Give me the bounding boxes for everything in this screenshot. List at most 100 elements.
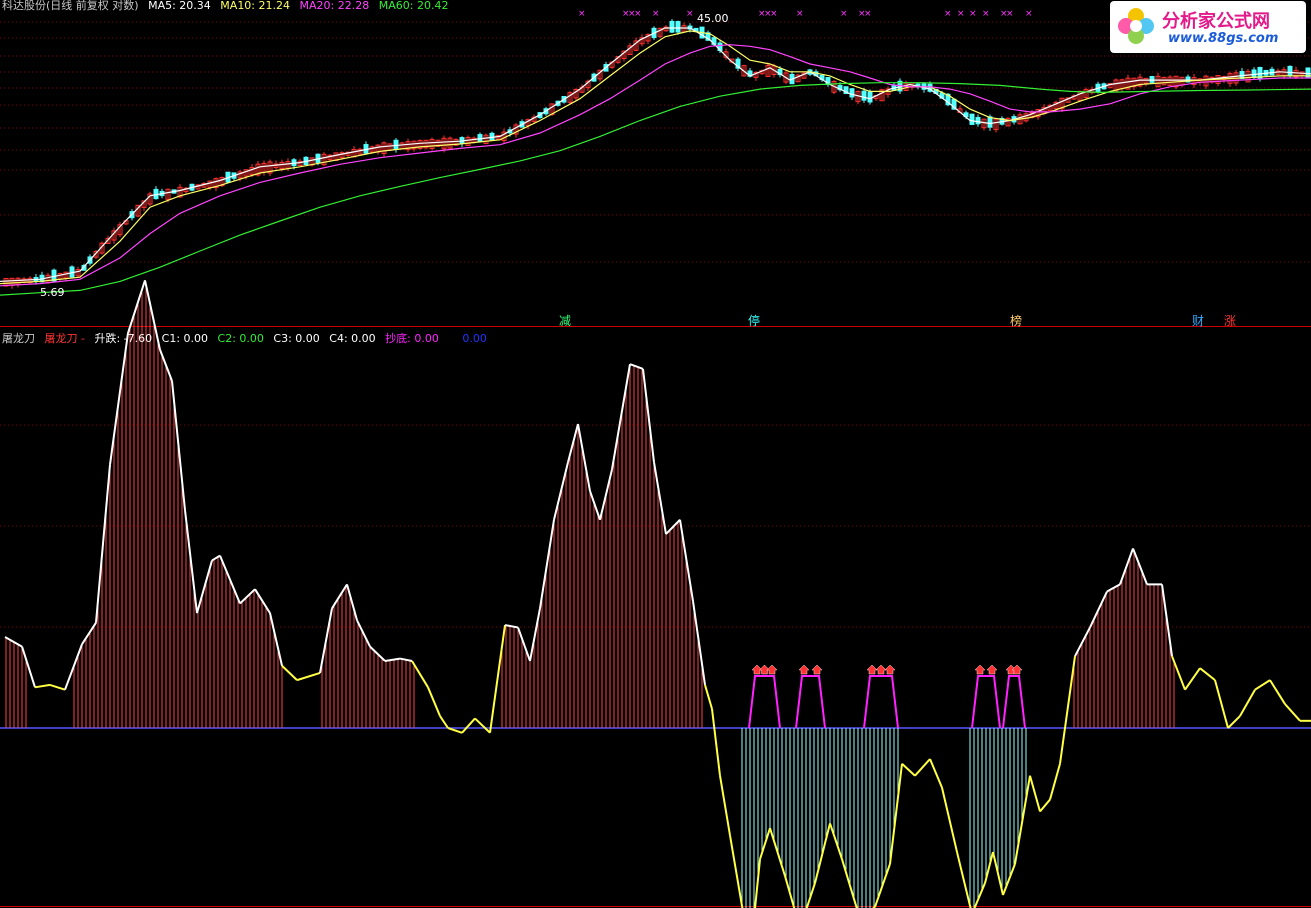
flower-icon — [1118, 8, 1154, 44]
indicator-line-segment — [109, 332, 129, 465]
signal-trapezoid — [748, 675, 781, 729]
ma60-label: MA60: 20.42 — [378, 0, 449, 12]
indicator-line-segment — [539, 519, 555, 609]
candle-body — [867, 91, 873, 103]
extra-value-label: 0.00 — [462, 332, 487, 345]
indicator-line-segment — [461, 717, 476, 734]
up-arrow-icon — [811, 664, 823, 675]
up-arrow-icon — [798, 664, 810, 675]
indicator-bars — [5, 284, 1175, 908]
watermark-name: 分析家公式网 — [1162, 11, 1270, 32]
indicator-line-segment — [567, 423, 579, 463]
indicator-line-segment — [653, 462, 667, 535]
bottom-fish-signal — [1002, 664, 1026, 729]
signal-x-marker: × — [686, 9, 694, 19]
indicator-line-segment — [346, 584, 358, 621]
indicator-line-segment — [629, 363, 644, 370]
signal-x-marker: × — [969, 9, 977, 19]
indicator-line-segment — [711, 708, 721, 776]
indicator-line-segment — [729, 835, 744, 908]
stock-chart: 45.005.69× ××× × × ××× × × ×× × × × × ×× × — [0, 9, 1311, 908]
indicator-line-segment — [1029, 775, 1041, 812]
indicator-line-segment — [439, 715, 449, 729]
c3-label: C3: 0.00 — [273, 332, 320, 345]
indicator-line-segment — [427, 686, 441, 717]
price-high-label: 45.00 — [697, 12, 729, 25]
signal-x-marker: × — [652, 9, 660, 19]
indicator-line-segment — [1184, 667, 1201, 691]
indicator-line-segment — [1239, 689, 1256, 717]
candle-body — [861, 90, 867, 101]
indicator-line-segment — [49, 683, 66, 691]
c2-label: C2: 0.00 — [217, 332, 264, 345]
indicator-line-segment — [941, 787, 958, 853]
indicator-line-segment — [692, 600, 706, 686]
bottom-fish-signal — [795, 664, 826, 729]
ma5-label: MA5: 20.34 — [148, 0, 211, 12]
bottom-fish-signal — [748, 664, 781, 729]
event-tag-rise[interactable]: 涨 — [1224, 312, 1236, 329]
indicator-series-label: 屠龙刀 - — [44, 332, 85, 345]
indicator-line-segment — [1002, 863, 1016, 896]
event-tag-reduce[interactable]: 减 — [559, 312, 571, 329]
event-tag-list[interactable]: 榜 — [1010, 312, 1022, 329]
indicator-line-segment — [1254, 679, 1271, 691]
candle-body — [1149, 76, 1155, 83]
indicator-line-segment — [1039, 798, 1051, 813]
indicator-panel-header: 屠龙刀 屠龙刀 - 升跌: -7.60 C1: 0.00 C2: 0.00 C3… — [2, 330, 493, 346]
event-tag-halt[interactable]: 停 — [748, 312, 760, 329]
indicator-line-segment — [577, 423, 591, 492]
signal-x-marker: × — [1006, 9, 1014, 19]
signal-x-marker: × — [796, 9, 804, 19]
bottom-fish-signal — [971, 664, 1001, 729]
bottom-fish-signal — [863, 664, 899, 729]
signal-x-marker: × — [957, 9, 965, 19]
indicator-line-segment — [211, 554, 221, 562]
indicator-name: 屠龙刀 — [2, 332, 35, 345]
candlesticks — [3, 19, 1311, 289]
indicator-line-segment — [901, 763, 916, 777]
up-arrow-icon — [884, 664, 896, 675]
indicator-line-segment — [929, 758, 943, 789]
indicator-line-segment — [504, 624, 519, 629]
candle-body — [975, 117, 981, 125]
candle-body — [675, 21, 681, 33]
up-arrow-icon — [875, 664, 887, 675]
indicator-line-segment — [1214, 679, 1229, 729]
indicator-line-segment — [1199, 667, 1216, 681]
price-low-label: 5.69 — [40, 286, 65, 299]
signal-trapezoid — [971, 675, 1001, 729]
bottom-fish-label: 抄底: 0.00 — [385, 332, 439, 345]
event-tag-finance[interactable]: 财 — [1192, 312, 1204, 329]
indicator-line-segment — [841, 858, 858, 908]
indicator-line-segment — [517, 627, 531, 662]
indicator-line-segment — [1049, 763, 1061, 800]
c4-label: C4: 0.00 — [329, 332, 376, 345]
indicator-line-segment — [269, 612, 283, 666]
indicator-line-segment — [21, 646, 36, 688]
up-arrow-icon — [986, 664, 998, 675]
signal-x-marker: × — [770, 9, 778, 19]
indicator-line-segment — [889, 763, 903, 865]
up-arrow-icon — [766, 664, 778, 675]
indicator-line-segment — [239, 588, 256, 605]
indicator-line-segment — [914, 758, 931, 777]
signal-x-marker: × — [840, 9, 848, 19]
signal-trapezoid — [1002, 675, 1026, 729]
indicator-line-segment — [489, 624, 506, 733]
up-arrow-icon — [974, 664, 986, 675]
stock-title: 科达股份(日线 前复权 对数) — [2, 0, 139, 12]
indicator-line-segment — [281, 665, 298, 681]
candle-body — [1287, 65, 1293, 77]
indicator-line-segment — [34, 683, 51, 689]
signal-x-marker: × — [578, 9, 586, 19]
indicator-line-segment — [1284, 703, 1301, 722]
indicator-line-segment — [1059, 656, 1076, 764]
candle-body — [669, 20, 675, 33]
indicator-line-segment — [474, 717, 491, 734]
candle-body — [849, 88, 855, 98]
signal-x-marker: × — [864, 9, 872, 19]
signal-x-marker: × — [1025, 9, 1033, 19]
ma10-label: MA10: 21.24 — [220, 0, 291, 12]
indicator-line-segment — [184, 510, 198, 614]
